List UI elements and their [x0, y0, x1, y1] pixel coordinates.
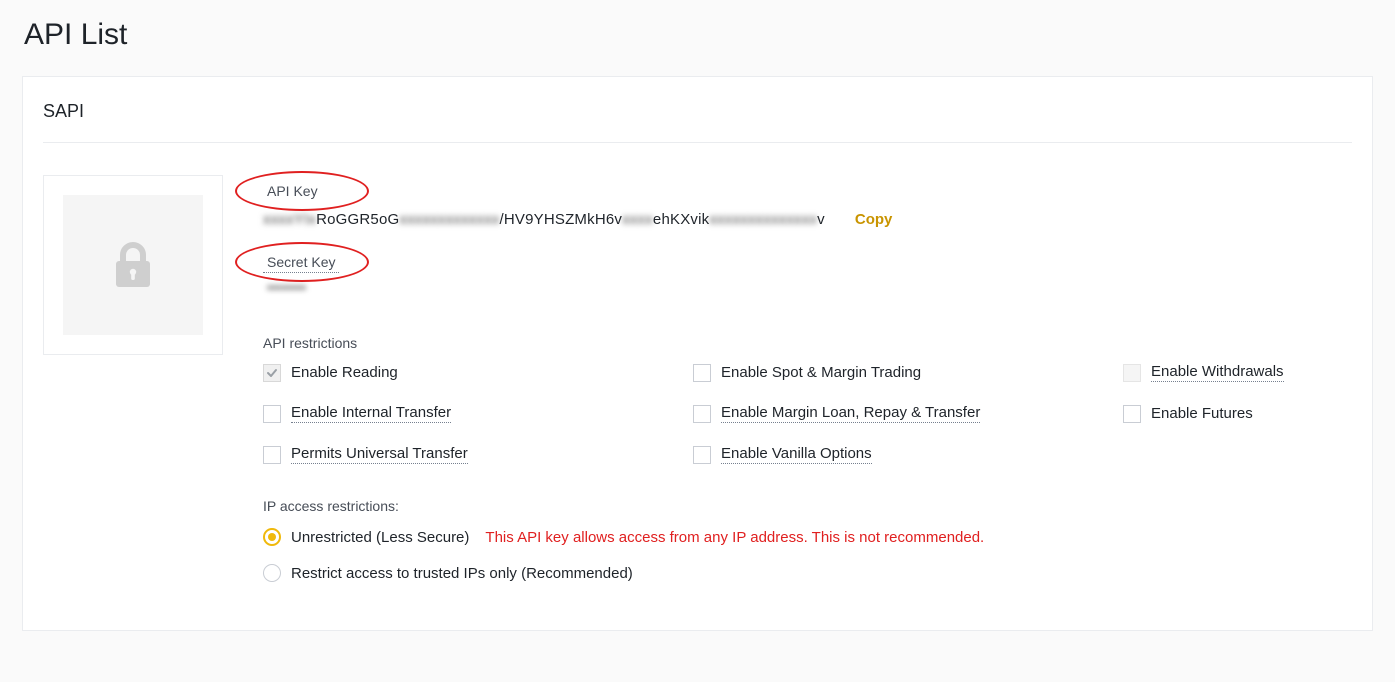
ip-warning-text: This API key allows access from any IP a… [485, 529, 984, 546]
ip-option-label-trusted: Restrict access to trusted IPs only (Rec… [291, 565, 633, 582]
ip-option-label-unrestricted: Unrestricted (Less Secure) [291, 529, 469, 546]
checkbox-margin_loan[interactable] [693, 405, 711, 423]
restriction-vanilla[interactable]: Enable Vanilla Options [693, 445, 1113, 464]
restriction-label-futures: Enable Futures [1151, 405, 1253, 422]
secret-key-value: •••••••• [267, 279, 306, 295]
restriction-internal_transfer[interactable]: Enable Internal Transfer [263, 404, 683, 423]
radio-unrestricted[interactable] [263, 528, 281, 546]
api-key-label-annotation: API Key [263, 181, 322, 201]
api-key-part: v [817, 211, 825, 228]
checkbox-universal[interactable] [263, 446, 281, 464]
secret-key-label: Secret Key [263, 252, 339, 273]
restriction-label-reading: Enable Reading [291, 364, 398, 381]
api-key-value: xxxxYIxRoGGR5oGxxxxxxxxxxxxx/HV9YHSZMkH6… [263, 211, 825, 228]
radio-trusted[interactable] [263, 564, 281, 582]
restriction-spot_margin[interactable]: Enable Spot & Margin Trading [693, 363, 1113, 382]
qr-placeholder [63, 195, 203, 335]
api-key-part: RoGGR5oG [316, 211, 399, 228]
restriction-margin_loan[interactable]: Enable Margin Loan, Repay & Transfer [693, 404, 1113, 423]
page-title: API List [0, 0, 1395, 76]
checkbox-spot_margin[interactable] [693, 364, 711, 382]
checkbox-withdrawals [1123, 364, 1141, 382]
restriction-futures[interactable]: Enable Futures [1123, 404, 1352, 423]
qr-code-box [43, 175, 223, 355]
restriction-label-internal_transfer: Enable Internal Transfer [291, 404, 451, 423]
restriction-grid: Enable Reading Enable Spot & Margin Tradi… [263, 363, 1352, 464]
checkbox-vanilla[interactable] [693, 446, 711, 464]
redacted-segment: xxxxxxxxxxxxx [399, 211, 499, 228]
restriction-withdrawals: Enable Withdrawals [1123, 363, 1352, 382]
checkbox-reading [263, 364, 281, 382]
restriction-label-vanilla: Enable Vanilla Options [721, 445, 872, 464]
lock-icon [112, 241, 154, 289]
api-restrictions: API restrictions Enable Reading Enable Sp… [263, 335, 1352, 464]
api-key-part: /HV9YHSZMkH6v [499, 211, 622, 228]
ip-option-unrestricted[interactable]: Unrestricted (Less Secure) This API key a… [263, 528, 1352, 546]
ip-access-title: IP access restrictions: [263, 498, 1352, 514]
ip-options: Unrestricted (Less Secure) This API key a… [263, 528, 1352, 582]
api-details: API Key xxxxYIxRoGGR5oGxxxxxxxxxxxxx/HV9… [263, 175, 1352, 600]
redacted-segment: xxxxxxxxxxxxxx [709, 211, 817, 228]
api-key-row: xxxxYIxRoGGR5oGxxxxxxxxxxxxx/HV9YHSZMkH6… [263, 211, 1352, 228]
restriction-universal[interactable]: Permits Universal Transfer [263, 445, 683, 464]
api-key-label: API Key [263, 181, 322, 201]
secret-key-label-annotation: Secret Key [263, 252, 339, 273]
restriction-label-margin_loan: Enable Margin Loan, Repay & Transfer [721, 404, 980, 423]
api-card-content: API Key xxxxYIxRoGGR5oGxxxxxxxxxxxxx/HV9… [43, 143, 1352, 600]
restriction-label-spot_margin: Enable Spot & Margin Trading [721, 364, 921, 381]
copy-api-key-button[interactable]: Copy [855, 211, 893, 228]
checkbox-futures[interactable] [1123, 405, 1141, 423]
api-restrictions-title: API restrictions [263, 335, 1352, 351]
restriction-reading: Enable Reading [263, 363, 683, 382]
restriction-label-universal: Permits Universal Transfer [291, 445, 468, 464]
restriction-label-withdrawals: Enable Withdrawals [1151, 363, 1284, 382]
api-card: SAPI API Key xxxx [22, 76, 1373, 631]
checkbox-internal_transfer[interactable] [263, 405, 281, 423]
redacted-segment: xxxx [622, 211, 653, 228]
api-key-part: ehKXvik [653, 211, 709, 228]
api-card-name: SAPI [43, 101, 1352, 143]
ip-access-section: IP access restrictions: Unrestricted (Le… [263, 498, 1352, 582]
ip-option-trusted[interactable]: Restrict access to trusted IPs only (Rec… [263, 564, 1352, 582]
redacted-segment: xxxxYIx [263, 211, 316, 228]
